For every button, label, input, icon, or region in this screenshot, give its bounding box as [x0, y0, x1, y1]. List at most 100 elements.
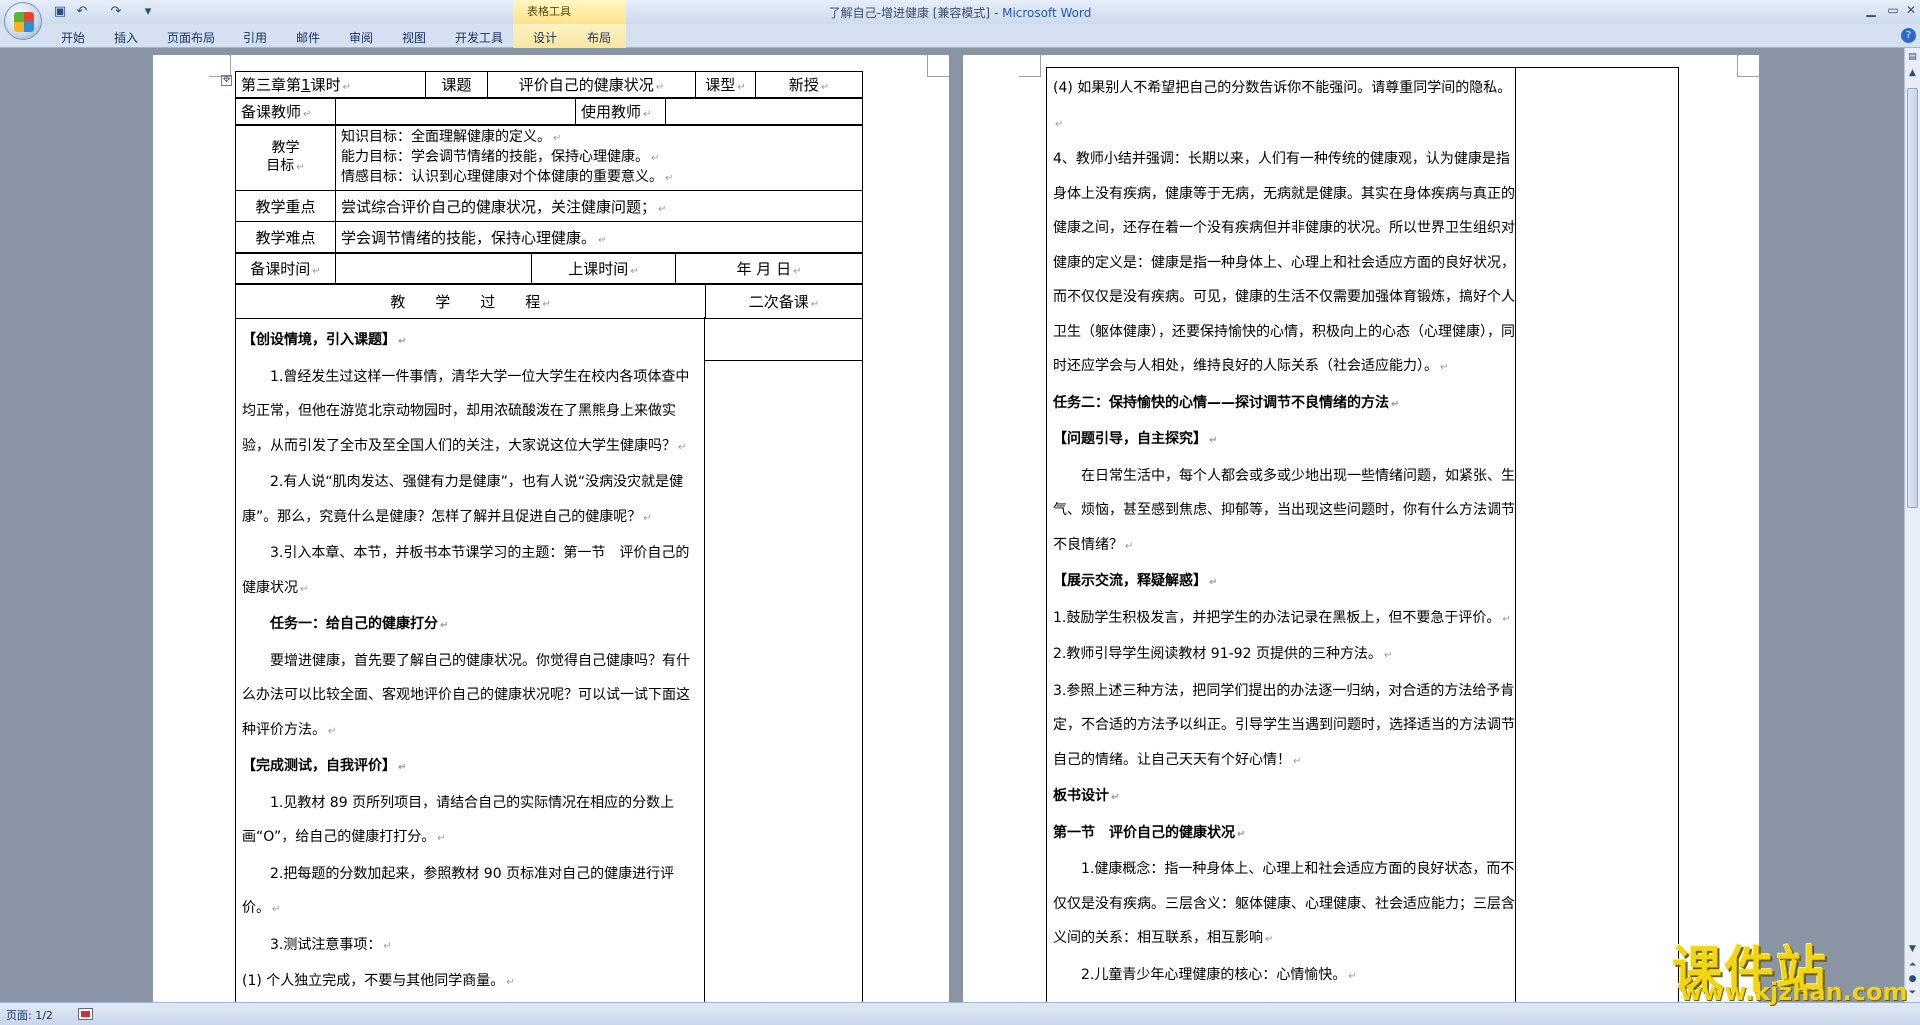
- crop-mark: [927, 55, 949, 77]
- page-count[interactable]: 页面: 1/2: [6, 1007, 53, 1023]
- topic-cell[interactable]: 评价自己的健康状况: [487, 71, 696, 98]
- process-label: 教 学 过 程: [390, 293, 550, 311]
- goals-cell[interactable]: 知识目标：全面理解健康的定义。 能力目标：学会调节情绪的技能，保持心理健康。 情…: [335, 125, 863, 191]
- topic-label: 课题: [441, 76, 472, 94]
- tab-review[interactable]: 审阅: [349, 29, 373, 46]
- watermark-logo: 课件站 www.kjzhan.com: [1672, 930, 1912, 1006]
- paragraph: 【展示交流，释疑解惑】: [1053, 564, 1517, 601]
- paragraph: 2.把每题的分数加起来，参照教材 90 页标准对自己的健康进行评价。: [242, 857, 698, 928]
- paragraph: (1) 个人独立完成，不要与其他同学商量。: [242, 964, 698, 1001]
- paragraph: 1.鼓励学生积极发言，并把学生的办法记录在黑板上，但不要急于评价。: [1053, 601, 1517, 638]
- difficulty-cell[interactable]: 学会调节情绪的技能，保持心理健康。: [335, 221, 863, 253]
- tab-mailings[interactable]: 邮件: [296, 29, 320, 46]
- close-icon[interactable]: ✕: [1902, 3, 1920, 17]
- type-label-cell[interactable]: 课型: [695, 71, 756, 98]
- lesson-info-table: 第三章第1课时 课题 评价自己的健康状况 课型 新授: [235, 71, 863, 98]
- paragraph: 2.儿童青少年心理健康的核心：心情愉快。: [1053, 958, 1517, 995]
- process-label-cell[interactable]: 教 学 过 程: [235, 284, 706, 319]
- key-label-cell[interactable]: 教学重点: [235, 190, 336, 222]
- page-2: (4) 如果别人不希望把自己的分数告诉你不能强问。请尊重同学间的隐私。4、教师小…: [963, 55, 1759, 1025]
- lesson-unit: 课时: [311, 76, 351, 94]
- tab-layout[interactable]: 布局: [587, 29, 611, 46]
- paragraph: 2.有人说“肌肉发达、强健有力是健康”，也有人说“没病没灾就是健康”。那么，究竟…: [242, 465, 698, 536]
- paragraph: 任务一：给自己的健康打分: [242, 607, 698, 644]
- goal-knowledge: 知识目标：全面理解健康的定义。: [341, 128, 857, 148]
- application-name: Microsoft Word: [1002, 6, 1092, 20]
- date-cell[interactable]: 年 月 日: [675, 253, 863, 284]
- tab-page-layout[interactable]: 页面布局: [167, 29, 215, 46]
- second-prep-label-cell[interactable]: 二次备课: [705, 284, 863, 319]
- paragraph: 1.健康概念：指一种身体上、心理上和社会适应方面的良好状态，而不仅仅是没有疾病。…: [1053, 852, 1517, 958]
- process-header-table: 教 学 过 程 二次备课: [235, 284, 863, 319]
- crop-mark: [1737, 55, 1759, 77]
- table-move-handle-icon[interactable]: ✥: [221, 75, 232, 86]
- prep-time-label-cell[interactable]: 备课时间: [235, 253, 336, 284]
- goal-ability: 能力目标：学会调节情绪的技能，保持心理健康。: [341, 148, 857, 168]
- watermark-url: www.kjzhan.com: [1680, 978, 1908, 1006]
- second-prep-cell[interactable]: [705, 317, 863, 361]
- chapter-text: 第三章第: [241, 76, 302, 94]
- crop-mark: [209, 55, 231, 77]
- scroll-up-icon[interactable]: ▲: [1906, 66, 1919, 80]
- lesson-header-table: 第三章第1课时 课题 评价自己的健康状况 课型 新授 备课教师 使用教师: [235, 71, 863, 319]
- type-cell[interactable]: 新授: [755, 71, 863, 98]
- office-logo-icon: [14, 12, 34, 32]
- paragraph: (4) 如果别人不希望把自己的分数告诉你不能强问。请尊重同学间的隐私。: [1053, 71, 1517, 142]
- tab-insert[interactable]: 插入: [114, 29, 138, 46]
- goals-label-line2: 目标: [241, 157, 330, 177]
- lesson-number: 1: [301, 76, 311, 94]
- chapter-cell[interactable]: 第三章第1课时: [235, 71, 426, 98]
- topic-label-cell[interactable]: 课题: [425, 71, 488, 98]
- ruler-toggle-icon[interactable]: ▤: [1906, 50, 1919, 64]
- difficulty-label-cell[interactable]: 教学难点: [235, 221, 336, 253]
- type-label: 课型: [705, 76, 745, 94]
- paragraph: 要增进健康，首先要了解自己的健康状况。你觉得自己健康吗？有什么办法可以比较全面、…: [242, 644, 698, 750]
- key-text: 尝试综合评价自己的健康状况，关注健康问题；: [341, 198, 666, 216]
- crop-mark: [1019, 55, 1041, 77]
- paragraph: 板书设计: [1053, 779, 1517, 816]
- second-prep-label: 二次备课: [749, 293, 819, 311]
- paragraph: 1.见教材 89 页所列项目，请结合自己的实际情况在相应的分数上画“O”，给自己…: [242, 786, 698, 857]
- tab-design[interactable]: 设计: [533, 29, 557, 46]
- paragraph: 第一节 评价自己的健康状况: [1053, 816, 1517, 853]
- lesson-process-body[interactable]: 【创设情境，引入课题】1.曾经发生过这样一件事情，清华大学一位大学生在校内各项体…: [235, 317, 705, 1025]
- type-text: 新授: [789, 76, 829, 94]
- tab-references[interactable]: 引用: [243, 29, 267, 46]
- page-1: ✥ 第三章第1课时 课题 评价自己的健康状况 课型 新授 备课教师 使用教师: [153, 55, 949, 1025]
- user-teacher-cell[interactable]: [665, 98, 863, 125]
- paragraph: 2.教师引导学生阅读教材 91-92 页提供的三种方法。: [1053, 637, 1517, 674]
- help-icon[interactable]: ?: [1901, 28, 1916, 43]
- topic-text: 评价自己的健康状况: [519, 76, 664, 94]
- paragraph: 1.曾经发生过这样一件事情，清华大学一位大学生在校内各项体查中均正常，但他在游览…: [242, 360, 698, 466]
- teacher-table: 备课教师 使用教师: [235, 98, 863, 125]
- title-separator: -: [990, 6, 1003, 20]
- vertical-scrollbar[interactable]: ▤ ▲ ▼ ⏶ ● ⏷: [1904, 48, 1920, 1002]
- paragraph: 3.测试注意事项：: [242, 928, 698, 965]
- office-button[interactable]: [4, 2, 42, 40]
- key-cell[interactable]: 尝试综合评价自己的健康状况，关注健康问题；: [335, 190, 863, 222]
- class-time-label-cell[interactable]: 上课时间: [531, 253, 676, 284]
- prep-time-cell[interactable]: [335, 253, 532, 284]
- maximize-icon[interactable]: ▭: [1884, 3, 1902, 17]
- paragraph: 3.引入本章、本节，并板书本节课学习的主题：第一节 评价自己的健康状况: [242, 536, 698, 607]
- user-teacher-label-cell[interactable]: 使用教师: [575, 98, 666, 125]
- teacher-cell[interactable]: [335, 98, 576, 125]
- table-border: [862, 361, 863, 1025]
- teacher-label-cell[interactable]: 备课教师: [235, 98, 336, 125]
- tab-home[interactable]: 开始: [61, 29, 85, 46]
- paragraph: 【完成测试，自我评价】: [242, 749, 698, 786]
- paragraph: 3.参照上述三种方法，把同学们提出的办法逐一归纳，对合适的方法给予肯定，不合适的…: [1053, 674, 1517, 780]
- paragraph: 4、教师小结并强调：长期以来，人们有一种传统的健康观，认为健康是指身体上没有疾病…: [1053, 142, 1517, 386]
- goals-label-cell[interactable]: 教学 目标: [235, 125, 336, 191]
- ribbon-tab-bar: [0, 24, 1920, 48]
- scroll-thumb[interactable]: [1907, 88, 1918, 508]
- status-bar: 页面: 1/2: [0, 1002, 1920, 1025]
- proofing-icon[interactable]: [78, 1008, 93, 1020]
- tab-developer[interactable]: 开发工具: [455, 29, 503, 46]
- document-area: ✥ 第三章第1课时 课题 评价自己的健康状况 课型 新授 备课教师 使用教师: [0, 48, 1904, 1025]
- tab-view[interactable]: 视图: [402, 29, 426, 46]
- minimize-icon[interactable]: ▁: [1862, 3, 1880, 17]
- page2-process-body[interactable]: (4) 如果别人不希望把自己的分数告诉你不能强问。请尊重同学间的隐私。4、教师小…: [1053, 71, 1517, 1025]
- goal-emotion: 情感目标：认识到心理健康对个体健康的重要意义。: [341, 168, 857, 188]
- date-text: 年 月 日: [737, 260, 802, 278]
